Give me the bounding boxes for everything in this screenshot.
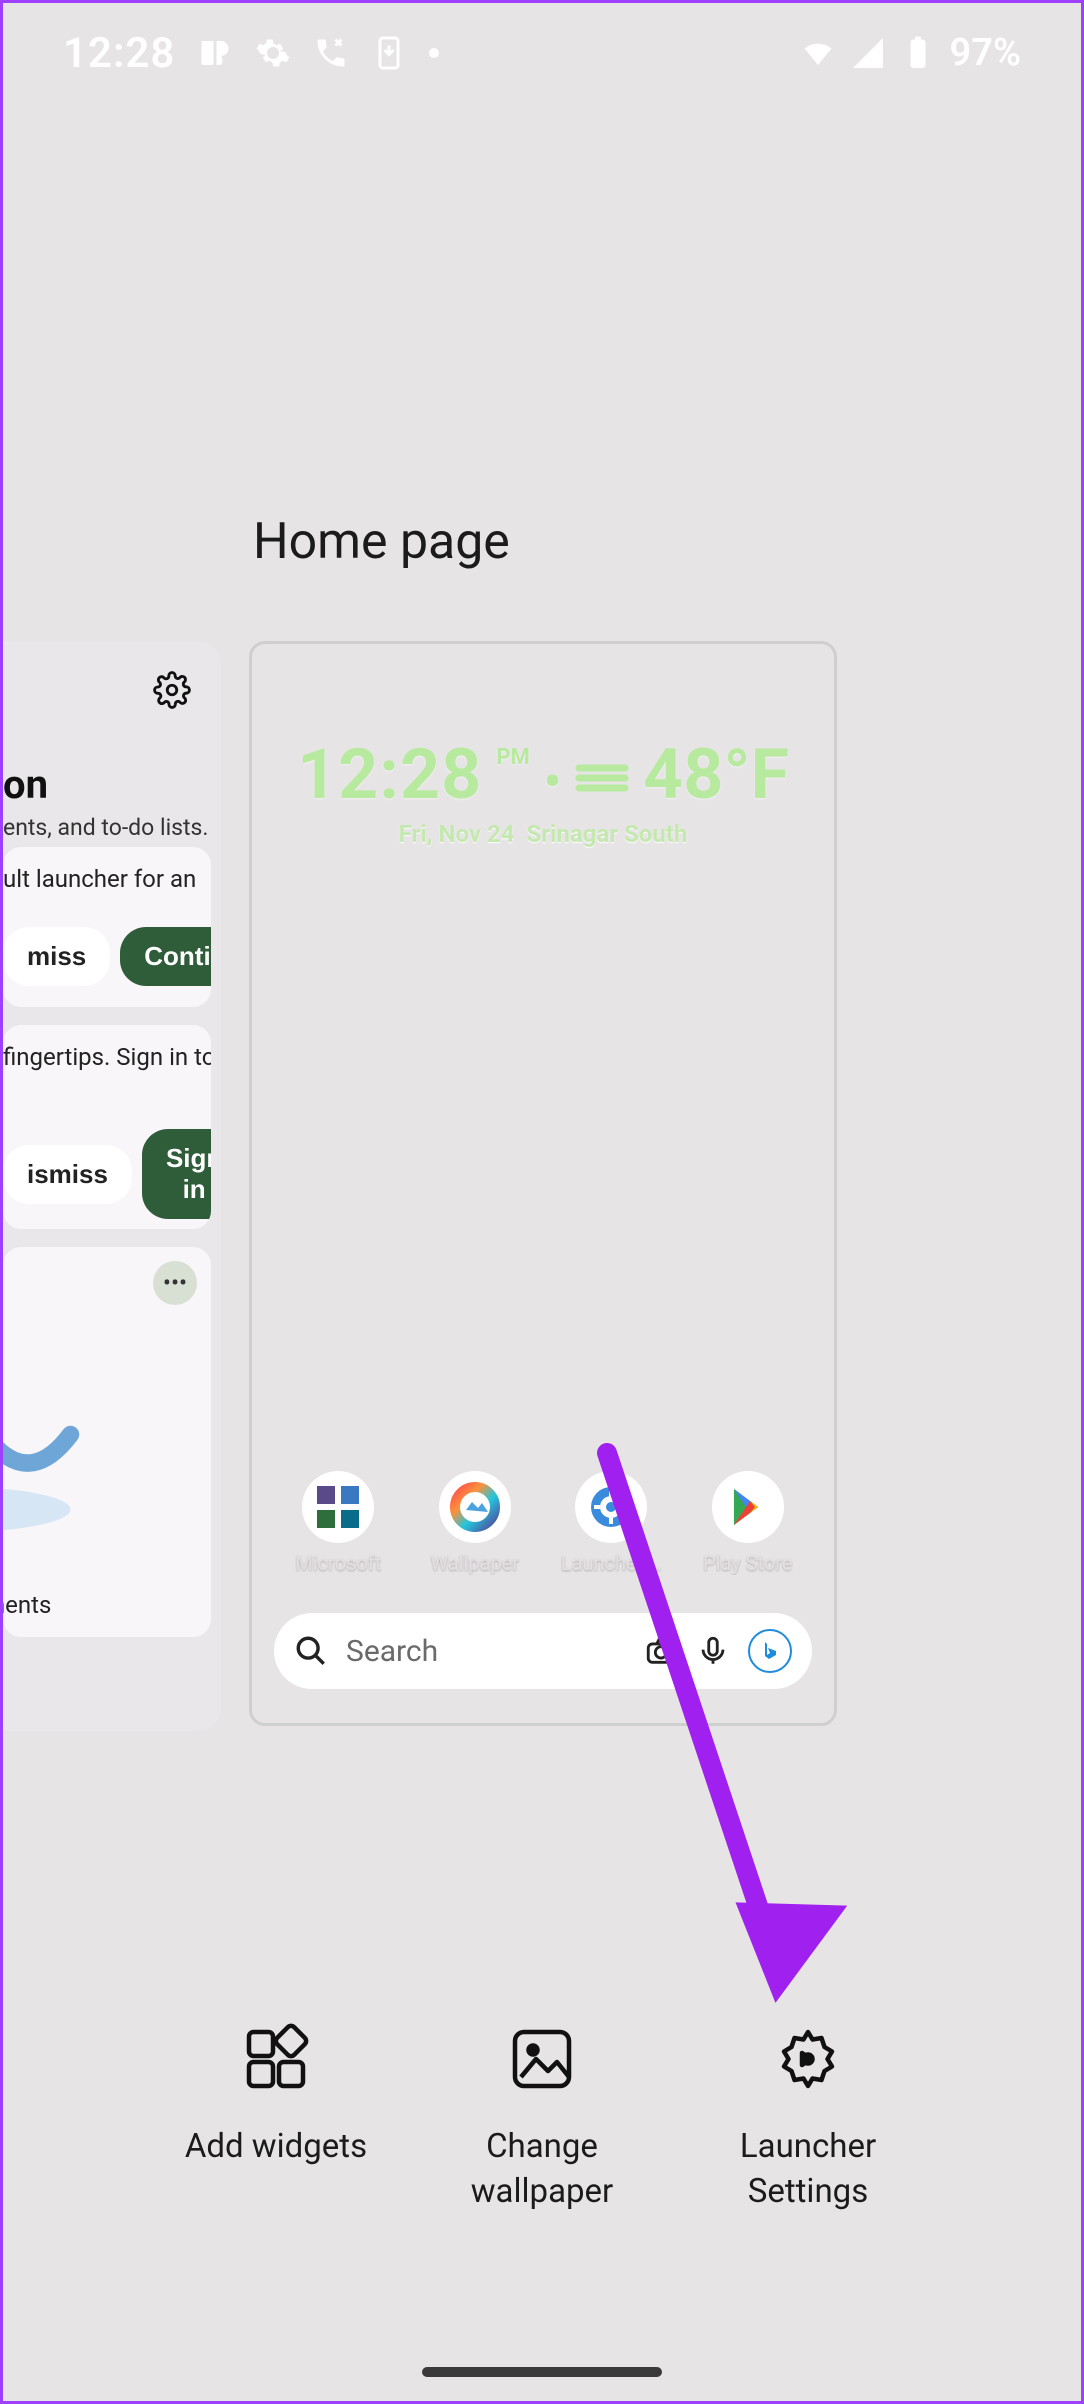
- play-store-icon: [712, 1471, 784, 1543]
- app-label: Microsoft: [278, 1551, 398, 1575]
- app-wallpaper[interactable]: Wallpaper: [415, 1471, 535, 1575]
- feed-subheading-text: ents, and to-do lists.: [3, 814, 213, 841]
- home-page-preview[interactable]: 12:28 PM • 48°F Fri, Nov 24 Srinagar Sou…: [249, 641, 837, 1726]
- feed-card-text: ult launcher for an: [3, 863, 201, 895]
- bing-icon[interactable]: [748, 1629, 792, 1673]
- dismiss-button[interactable]: miss: [3, 927, 110, 986]
- app-label: Launcher …: [551, 1551, 671, 1575]
- page-title: Home page: [253, 513, 510, 571]
- dismiss-button[interactable]: ismiss: [3, 1145, 132, 1204]
- app-play-store[interactable]: Play Store: [688, 1471, 808, 1575]
- feed-heading: on ents, and to-do lists.: [3, 761, 213, 841]
- action-label: Launcher Settings: [678, 2125, 938, 2214]
- bottom-actions: Add widgets Change wallpaper Launcher Se…: [3, 2023, 1081, 2214]
- feed-card-text: fingertips. Sign in to: [3, 1041, 201, 1073]
- status-left: 12:28: [63, 29, 439, 78]
- widget-temp: 48°F: [643, 734, 789, 816]
- app-label: Wallpaper: [415, 1551, 535, 1575]
- camera-icon[interactable]: [644, 1634, 678, 1668]
- widget-date-location: Fri, Nov 24 Srinagar South: [252, 820, 834, 848]
- feed-card-footer: ntments: [3, 1591, 51, 1619]
- continue-button[interactable]: Continue: [120, 927, 211, 986]
- status-right: 97%: [800, 31, 1021, 75]
- notification-id-icon: [197, 35, 233, 71]
- launcher-gear-icon: [575, 1471, 647, 1543]
- battery-percent: 97%: [950, 31, 1021, 75]
- search-placeholder: Search: [346, 1634, 626, 1669]
- wifi-icon: [800, 35, 836, 71]
- widget-ampm: PM: [496, 745, 529, 770]
- status-bar: 12:28 97%: [3, 3, 1081, 103]
- gesture-nav-handle[interactable]: [422, 2367, 662, 2377]
- launcher-settings-button[interactable]: Launcher Settings: [678, 2023, 938, 2214]
- battery-icon: [900, 35, 936, 71]
- feed-card-default-launcher[interactable]: ult launcher for an miss Continue: [3, 847, 211, 1007]
- more-icon[interactable]: •••: [153, 1261, 197, 1305]
- more-notifications-icon: [429, 48, 439, 58]
- page-previews[interactable]: on ents, and to-do lists. ult launcher f…: [3, 641, 1081, 1751]
- app-microsoft[interactable]: Microsoft: [278, 1471, 398, 1575]
- feed-page-preview[interactable]: on ents, and to-do lists. ult launcher f…: [3, 641, 221, 1731]
- action-label: Add widgets: [146, 2125, 406, 2170]
- feed-settings-icon[interactable]: [153, 671, 191, 709]
- missed-call-icon: [313, 35, 349, 71]
- app-label: Play Store: [688, 1551, 808, 1575]
- feed-heading-text: on: [3, 761, 213, 808]
- card-illustration: [3, 1347, 113, 1547]
- search-bar[interactable]: Search: [274, 1613, 812, 1689]
- microsoft-folder-icon: [302, 1471, 374, 1543]
- wallpaper-icon: [506, 2023, 578, 2095]
- gear-icon: [255, 35, 291, 71]
- feed-card-signin[interactable]: fingertips. Sign in to ismiss Sign in: [3, 1025, 211, 1229]
- signin-button[interactable]: Sign in: [142, 1129, 211, 1219]
- clock-weather-widget[interactable]: 12:28 PM • 48°F Fri, Nov 24 Srinagar Sou…: [252, 734, 834, 848]
- wallpaper-icon: [439, 1471, 511, 1543]
- settings-icon: [772, 2023, 844, 2095]
- action-label: Change wallpaper: [412, 2125, 672, 2214]
- download-icon: [371, 35, 407, 71]
- weather-icon: [575, 758, 629, 798]
- microphone-icon[interactable]: [696, 1634, 730, 1668]
- status-clock: 12:28: [63, 29, 175, 78]
- widgets-icon: [240, 2023, 312, 2095]
- cellular-icon: [850, 35, 886, 71]
- add-widgets-button[interactable]: Add widgets: [146, 2023, 406, 2214]
- app-row: Microsoft Wallpaper Launcher … Play Stor…: [270, 1471, 816, 1575]
- change-wallpaper-button[interactable]: Change wallpaper: [412, 2023, 672, 2214]
- search-icon: [294, 1634, 328, 1668]
- widget-separator: •: [544, 753, 561, 810]
- feed-card-illustration[interactable]: ••• ntments: [3, 1247, 211, 1637]
- widget-time: 12:28: [297, 734, 482, 816]
- app-launcher-settings[interactable]: Launcher …: [551, 1471, 671, 1575]
